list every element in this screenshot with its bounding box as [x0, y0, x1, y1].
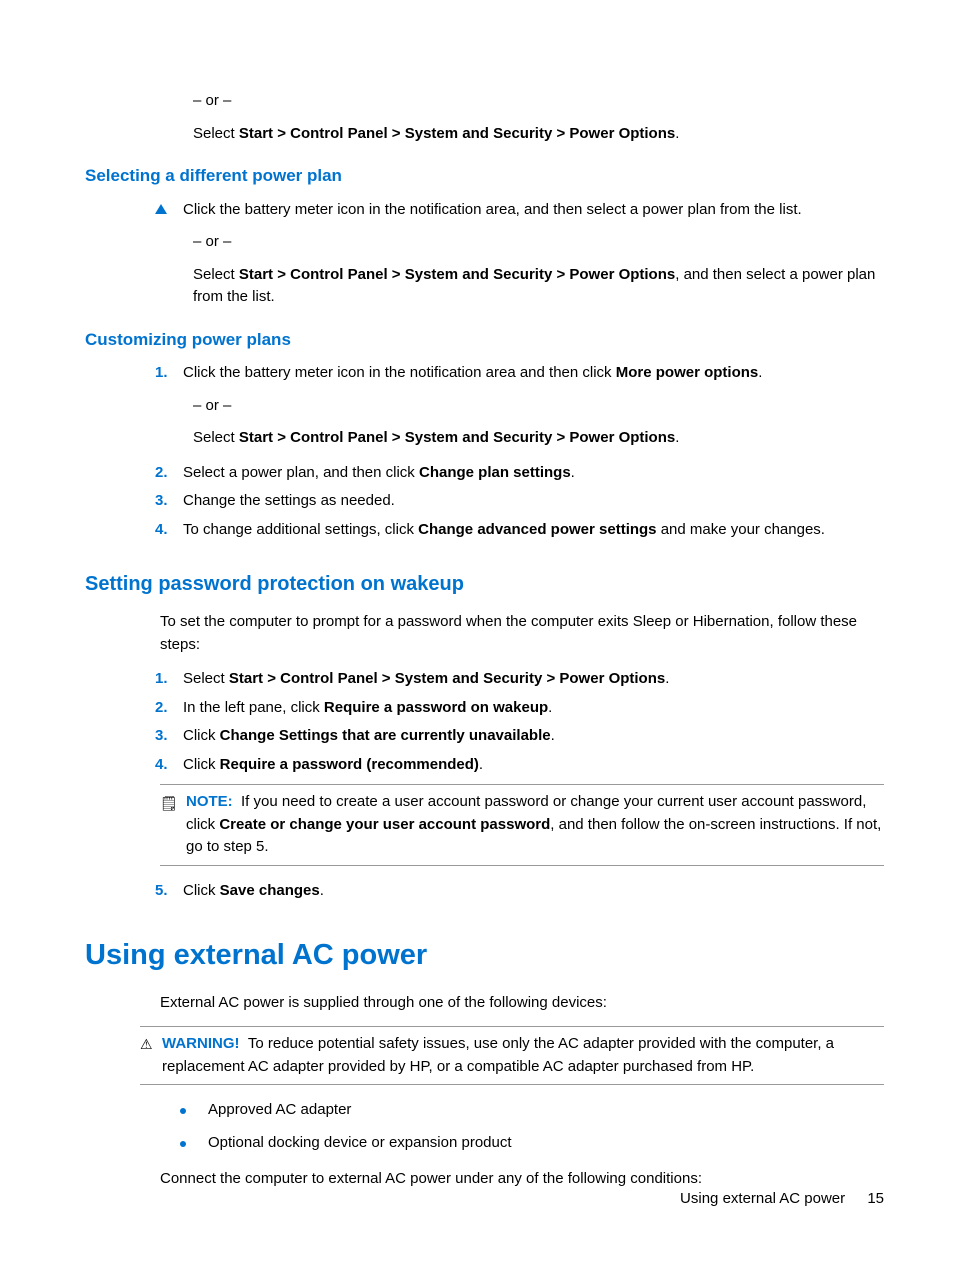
warning-icon: ⚠ [140, 1033, 162, 1078]
list-item: 4. Click Require a password (recommended… [155, 754, 884, 777]
list-item: 3. Click Change Settings that are curren… [155, 725, 884, 748]
text: Click [183, 882, 220, 899]
text: . [675, 429, 679, 446]
bold-text: More power options [616, 364, 759, 381]
nav-path: Start > Control Panel > System and Secur… [239, 125, 675, 142]
bold-text: Start > Control Panel > System and Secur… [229, 670, 665, 687]
note-text: NOTE: If you need to create a user accou… [186, 791, 884, 859]
list-item: 3. Change the settings as needed. [155, 490, 884, 513]
text: . [479, 756, 483, 773]
note-icon: 🗒 [160, 791, 186, 859]
text: Click Save changes. [183, 880, 884, 903]
text: Select a power plan, and then click [183, 464, 419, 481]
text: . [548, 699, 552, 716]
list-item: Approved AC adapter [180, 1099, 884, 1122]
bold-text: Create or change your user account passw… [219, 816, 550, 833]
list-item: 5. Click Save changes. [155, 880, 884, 903]
text: In the left pane, click [183, 699, 324, 716]
nav-path: Start > Control Panel > System and Secur… [239, 429, 675, 446]
text: Click the battery meter icon in the noti… [183, 199, 884, 222]
text: and make your changes. [657, 521, 825, 538]
page-footer: Using external AC power 15 [680, 1188, 884, 1211]
list-item: 1. Click the battery meter icon in the n… [155, 362, 884, 385]
step-number: 2. [155, 697, 183, 720]
text: Click Require a password (recommended). [183, 754, 884, 777]
text: Select a power plan, and then click Chan… [183, 462, 884, 485]
text: Approved AC adapter [208, 1099, 884, 1122]
triangle-icon [155, 199, 183, 222]
heading-customizing-plans: Customizing power plans [85, 327, 884, 353]
warning-label: WARNING! [162, 1035, 240, 1052]
bold-text: Change plan settings [419, 464, 571, 481]
note-label: NOTE: [186, 793, 233, 810]
text: Select [193, 266, 239, 283]
step-number: 4. [155, 754, 183, 777]
text: Select [183, 670, 229, 687]
text: . [675, 125, 679, 142]
text: Select Start > Control Panel > System an… [183, 668, 884, 691]
text: . [320, 882, 324, 899]
text: To change additional settings, click [183, 521, 418, 538]
step-number: 5. [155, 880, 183, 903]
page-number: 15 [867, 1190, 884, 1207]
bold-text: Save changes [220, 882, 320, 899]
instruction-text: Select Start > Control Panel > System an… [193, 427, 884, 450]
bold-text: Require a password (recommended) [220, 756, 479, 773]
step-number: 1. [155, 668, 183, 691]
heading-password-wakeup: Setting password protection on wakeup [85, 569, 884, 599]
text: Click [183, 756, 220, 773]
text: To reduce potential safety issues, use o… [162, 1035, 834, 1075]
bold-text: Require a password on wakeup [324, 699, 548, 716]
step-number: 4. [155, 519, 183, 542]
step-number: 2. [155, 462, 183, 485]
intro-text: To set the computer to prompt for a pass… [160, 611, 884, 656]
nav-path: Start > Control Panel > System and Secur… [239, 266, 675, 283]
text: In the left pane, click Require a passwo… [183, 697, 884, 720]
intro-text: External AC power is supplied through on… [160, 992, 884, 1015]
list-item: 2. Select a power plan, and then click C… [155, 462, 884, 485]
text: Click the battery meter icon in the noti… [183, 362, 884, 385]
heading-selecting-plan: Selecting a different power plan [85, 163, 884, 189]
list-item: 1. Select Start > Control Panel > System… [155, 668, 884, 691]
list-item: 4. To change additional settings, click … [155, 519, 884, 542]
text: Change the settings as needed. [183, 490, 884, 513]
text: Select [193, 429, 239, 446]
text: Click [183, 727, 220, 744]
text: Click the battery meter icon in the noti… [183, 364, 616, 381]
step-number: 1. [155, 362, 183, 385]
bold-text: Change advanced power settings [418, 521, 656, 538]
bullet-icon [180, 1099, 208, 1122]
note-callout: 🗒 NOTE: If you need to create a user acc… [160, 784, 884, 866]
or-separator: – or – [193, 395, 884, 418]
instruction-text: Select Start > Control Panel > System an… [193, 123, 884, 146]
list-item: 2. In the left pane, click Require a pas… [155, 697, 884, 720]
or-separator: – or – [193, 231, 884, 254]
footer-title: Using external AC power [680, 1190, 845, 1207]
instruction-text: Select Start > Control Panel > System an… [193, 264, 884, 309]
or-separator: – or – [193, 90, 884, 113]
bold-text: Change Settings that are currently unava… [220, 727, 551, 744]
bullet-icon [180, 1132, 208, 1155]
warning-callout: ⚠ WARNING! To reduce potential safety is… [140, 1026, 884, 1085]
warning-text: WARNING! To reduce potential safety issu… [162, 1033, 884, 1078]
list-item: Optional docking device or expansion pro… [180, 1132, 884, 1155]
text: Select [193, 125, 239, 142]
text: To change additional settings, click Cha… [183, 519, 884, 542]
text: . [665, 670, 669, 687]
text: . [758, 364, 762, 381]
text: . [551, 727, 555, 744]
document-page: – or – Select Start > Control Panel > Sy… [0, 0, 954, 1270]
step-number: 3. [155, 490, 183, 513]
text: Optional docking device or expansion pro… [208, 1132, 884, 1155]
list-item: Click the battery meter icon in the noti… [155, 199, 884, 222]
text: . [571, 464, 575, 481]
heading-ac-power: Using external AC power [85, 934, 884, 978]
text: Click Change Settings that are currently… [183, 725, 884, 748]
step-number: 3. [155, 725, 183, 748]
